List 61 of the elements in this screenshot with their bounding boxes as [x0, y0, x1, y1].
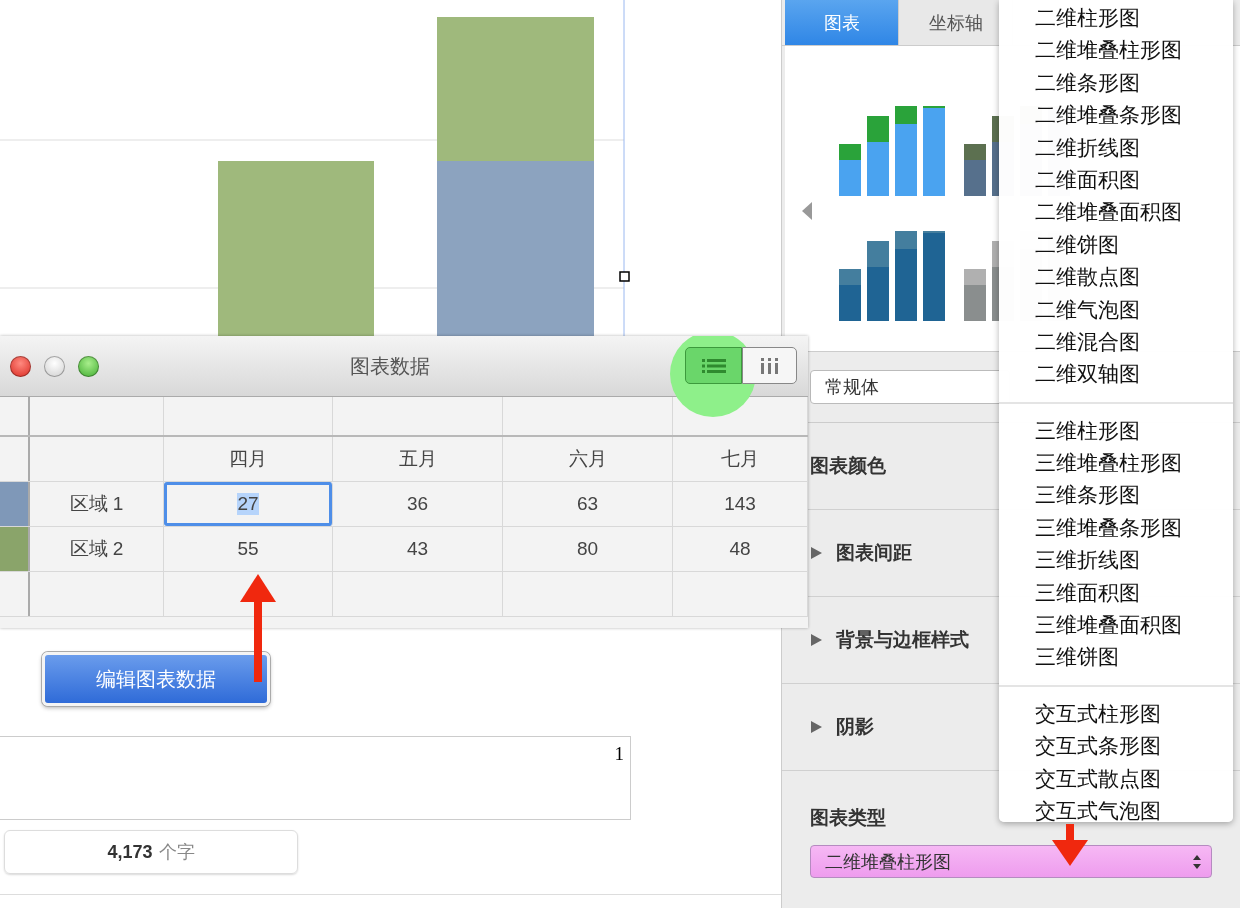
- text-box[interactable]: 1: [0, 736, 631, 820]
- data-cell[interactable]: 27: [164, 482, 333, 526]
- data-cell[interactable]: 143: [673, 482, 808, 526]
- disclosure-triangle-icon[interactable]: [810, 547, 822, 559]
- menu-item[interactable]: 交互式柱形图: [999, 697, 1233, 731]
- menu-item[interactable]: 交互式散点图: [999, 762, 1233, 795]
- section-heading[interactable]: 图表间距: [836, 540, 912, 566]
- list-icon: [701, 358, 726, 373]
- menu-item[interactable]: 三维堆叠面积图: [999, 609, 1233, 642]
- column-header: 五月: [333, 437, 503, 481]
- row-header: 区域 2: [30, 527, 164, 571]
- window-title: 图表数据: [350, 353, 430, 379]
- menu-item[interactable]: 二维折线图: [999, 131, 1233, 164]
- menu-item[interactable]: 三维条形图: [999, 479, 1233, 512]
- disclosure-triangle-icon[interactable]: [810, 634, 822, 646]
- menu-item[interactable]: 交互式条形图: [999, 730, 1233, 763]
- data-cell[interactable]: 48: [673, 527, 808, 571]
- disclosure-triangle-icon[interactable]: [810, 721, 822, 733]
- chart-style-icon[interactable]: [839, 231, 947, 323]
- close-button[interactable]: [10, 355, 31, 377]
- columns-icon: [760, 357, 779, 374]
- page-number: 1: [614, 743, 624, 765]
- menu-item[interactable]: 二维混合图: [999, 325, 1233, 359]
- section-heading[interactable]: 阴影: [836, 714, 874, 740]
- resize-handle[interactable]: [619, 271, 630, 282]
- menu-item[interactable]: 二维散点图: [999, 261, 1233, 294]
- chart-style-icon[interactable]: [839, 106, 947, 198]
- column-view-button[interactable]: [742, 347, 797, 384]
- previous-arrow-icon[interactable]: [802, 202, 812, 220]
- data-cell[interactable]: 36: [333, 482, 503, 526]
- column-header: 七月: [673, 437, 808, 481]
- minimize-button[interactable]: [44, 355, 65, 377]
- menu-item[interactable]: 交互式气泡图: [999, 795, 1233, 828]
- section-heading[interactable]: 背景与边框样式: [836, 627, 969, 653]
- column-header: 六月: [503, 437, 673, 481]
- annotation-arrow: [1050, 824, 1090, 866]
- menu-item[interactable]: 二维堆叠面积图: [999, 196, 1233, 229]
- data-cell[interactable]: 63: [503, 482, 673, 526]
- data-cell[interactable]: 55: [164, 527, 333, 571]
- menu-item[interactable]: 三维面积图: [999, 576, 1233, 610]
- data-cell[interactable]: 80: [503, 527, 673, 571]
- menu-item[interactable]: 二维条形图: [999, 66, 1233, 100]
- stepper-icon: [1193, 854, 1201, 869]
- word-count: 4,173 个字: [4, 830, 298, 874]
- menu-item[interactable]: 三维堆叠柱形图: [999, 447, 1233, 480]
- menu-item[interactable]: 二维堆叠条形图: [999, 99, 1233, 132]
- chart-type-label: 图表类型: [810, 806, 886, 830]
- menu-item[interactable]: 三维饼图: [999, 641, 1233, 674]
- row-header: 区域 1: [30, 482, 164, 526]
- menu-item[interactable]: 二维饼图: [999, 228, 1233, 262]
- data-cell[interactable]: 43: [333, 527, 503, 571]
- menu-item[interactable]: 二维面积图: [999, 163, 1233, 197]
- column-header: 四月: [164, 437, 333, 481]
- menu-item[interactable]: 三维堆叠条形图: [999, 511, 1233, 545]
- menu-item[interactable]: 三维柱形图: [999, 414, 1233, 448]
- zoom-button[interactable]: [78, 355, 99, 377]
- edit-chart-data-button[interactable]: 编辑图表数据: [42, 652, 270, 706]
- section-heading: 图表颜色: [810, 454, 886, 478]
- menu-item[interactable]: 三维折线图: [999, 544, 1233, 577]
- menu-item[interactable]: 二维气泡图: [999, 293, 1233, 326]
- chart-type-select[interactable]: 二维堆叠柱形图: [810, 845, 1212, 878]
